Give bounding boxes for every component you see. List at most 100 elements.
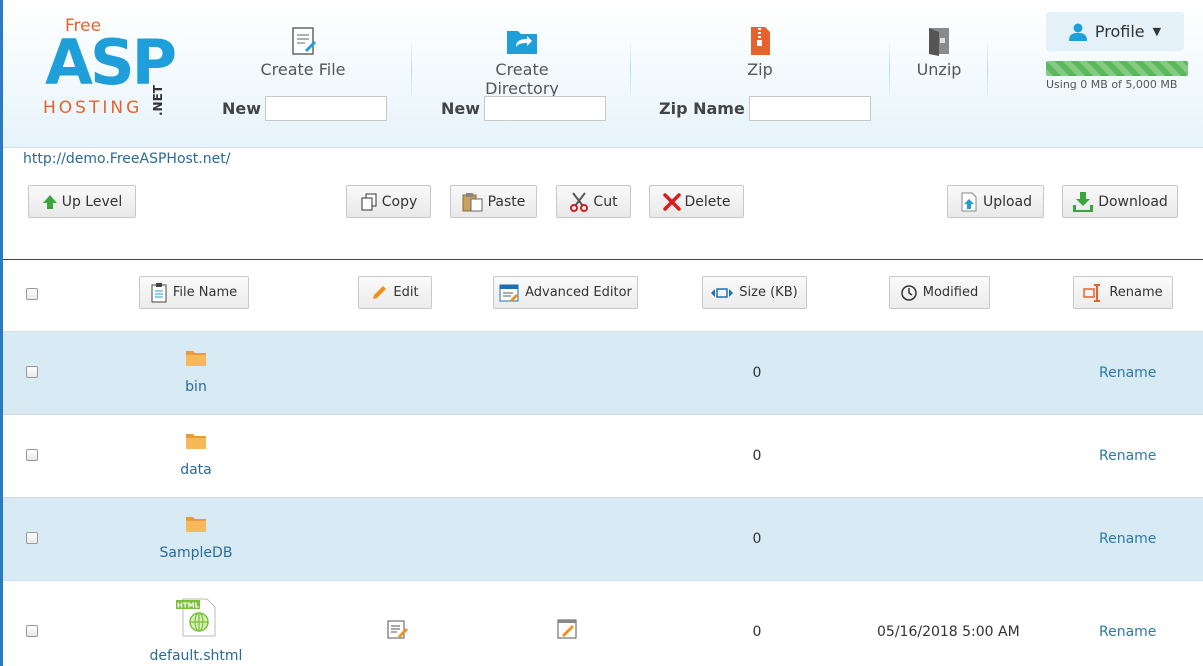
delete-x-icon [662,192,681,211]
modified-column-label: Modified [922,285,979,300]
file-name-link[interactable]: data [136,462,256,478]
cut-button[interactable]: Cut [556,185,631,218]
storage-quota-text: Using 0 MB of 5,000 MB [1046,78,1178,91]
table-row: HTML default.shtml 0 05/16/2018 5:00 AM … [3,580,1203,666]
create-file-button[interactable]: Create File [253,26,353,79]
file-modified: 05/16/2018 5:00 AM [877,624,1020,640]
row-checkbox[interactable] [26,532,38,544]
download-button[interactable]: Download [1062,185,1178,218]
file-name-link[interactable]: default.shtml [136,648,256,664]
delete-label: Delete [684,193,731,210]
paste-button[interactable]: Paste [450,185,537,218]
advanced-edit-file-icon[interactable] [556,618,578,640]
row-checkbox[interactable] [26,449,38,461]
select-all-checkbox[interactable] [26,288,38,300]
download-label: Download [1098,193,1168,210]
up-level-button[interactable]: Up Level [28,185,136,218]
copy-icon [361,193,377,210]
create-file-icon [292,27,316,55]
file-name-link[interactable]: SampleDB [136,545,256,561]
size-column-label: Size (KB) [739,285,798,300]
paste-label: Paste [487,193,526,210]
html-file-icon: HTML [176,598,216,637]
edit-column-button[interactable]: Edit [358,276,432,309]
zip-name-label: Zip Name [659,99,745,118]
upload-icon [961,192,977,211]
svg-text:HTML: HTML [177,602,200,610]
rename-link[interactable]: Rename [1099,448,1156,464]
advanced-editor-column-button[interactable]: Advanced Editor [493,276,638,309]
upload-label: Upload [982,193,1033,210]
current-path-link[interactable]: http://demo.FreeASPHost.net/ [23,151,230,167]
logo-net-text: .NET [151,85,165,116]
section-divider [3,259,1203,260]
rename-icon [1083,283,1101,302]
table-row: SampleDB 0 Rename [3,497,1203,580]
size-column-button[interactable]: Size (KB) [702,276,807,309]
create-directory-label: Create Directory [485,60,559,98]
modified-column-button[interactable]: Modified [889,276,990,309]
rename-link[interactable]: Rename [1099,365,1156,381]
divider [987,40,988,100]
advanced-editor-icon [499,284,519,302]
delete-button[interactable]: Delete [649,185,744,218]
zip-name-row: Zip Name [659,96,871,121]
create-directory-button[interactable]: Create Directory [458,26,586,98]
divider [889,40,890,100]
folder-icon [186,517,206,532]
profile-dropdown[interactable]: Profile ▼ [1046,12,1184,51]
logo-hosting-text: HOSTING [43,98,143,118]
file-size: 0 [752,448,762,464]
edit-column-label: Edit [393,285,419,300]
file-manager-window: Free ASP HOSTING .NET Create File Create… [0,0,1203,666]
new-directory-input[interactable] [484,96,607,121]
divider [411,40,412,100]
rename-column-label: Rename [1109,285,1163,300]
edit-file-icon[interactable] [387,619,409,639]
new-file-label: New [222,99,262,118]
clock-icon [901,284,917,301]
divider [630,40,631,100]
cut-label: Cut [593,193,618,210]
row-checkbox[interactable] [26,366,38,378]
profile-label: Profile [1094,22,1145,41]
scissors-icon [570,191,589,212]
zip-label: Zip [747,60,773,79]
up-level-label: Up Level [61,193,123,210]
file-name-column-button[interactable]: File Name [139,276,249,309]
upload-button[interactable]: Upload [947,185,1044,218]
logo: Free ASP HOSTING .NET [41,14,181,124]
download-icon [1073,191,1094,212]
pencil-icon [373,285,387,299]
new-directory-label: New [441,99,481,118]
rename-link[interactable]: Rename [1099,531,1156,547]
rename-link[interactable]: Rename [1099,624,1156,640]
create-directory-icon [507,31,537,54]
table-row: data 0 Rename [3,414,1203,497]
rename-column-button[interactable]: Rename [1073,276,1173,309]
caret-down-icon: ▼ [1152,25,1162,38]
new-file-row: New [222,96,388,121]
user-icon [1068,23,1087,41]
storage-quota-bar [1046,61,1188,76]
file-name-link[interactable]: bin [136,379,256,395]
clipboard-icon [151,282,167,302]
file-size: 0 [752,365,762,381]
file-size: 0 [752,531,762,547]
file-size: 0 [752,624,762,640]
create-file-label: Create File [260,60,346,79]
copy-label: Copy [381,193,418,210]
folder-icon [186,434,206,449]
row-checkbox[interactable] [26,625,38,637]
file-name-column-label: File Name [172,285,238,300]
unzip-label: Unzip [916,60,962,79]
unzip-icon [929,28,949,56]
up-arrow-icon [42,194,57,209]
folder-icon [186,351,206,366]
zip-name-input[interactable] [748,96,871,121]
unzip-button[interactable]: Unzip [909,26,969,79]
copy-button[interactable]: Copy [346,185,431,218]
zip-icon [751,27,770,55]
zip-button[interactable]: Zip [730,26,790,79]
new-file-input[interactable] [265,96,388,121]
